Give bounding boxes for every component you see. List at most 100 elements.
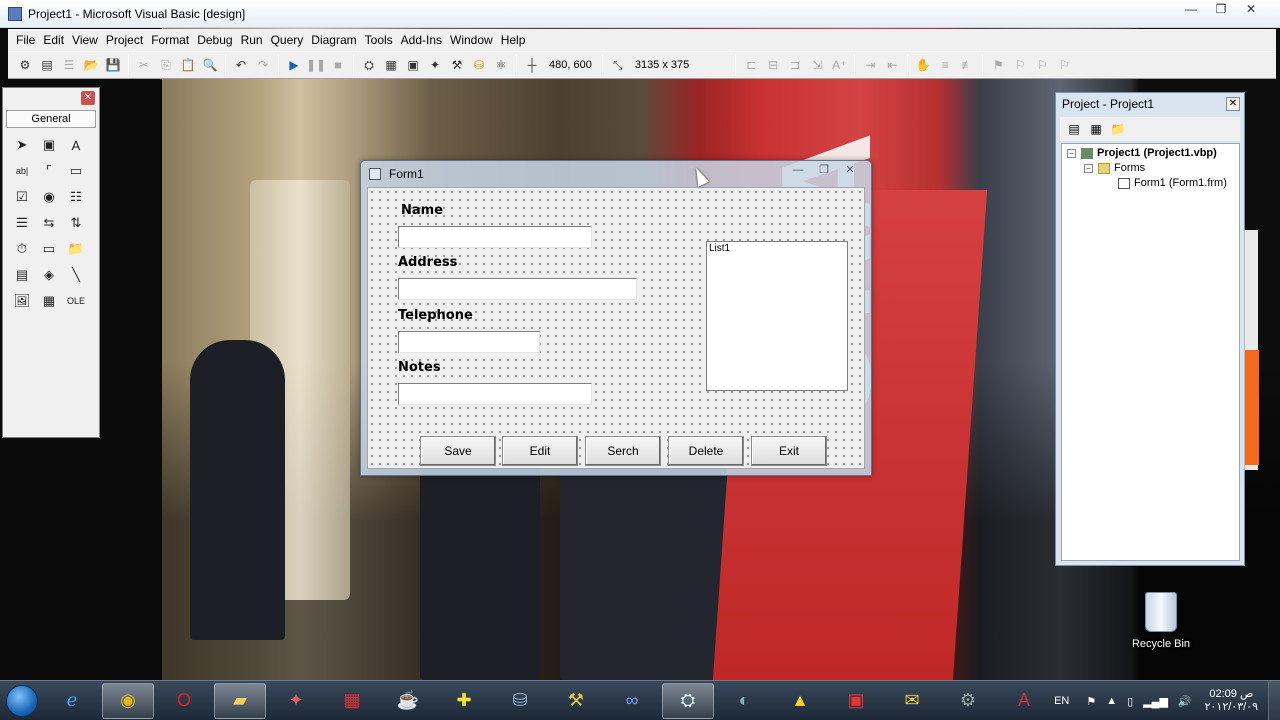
form1-titlebar[interactable]: Form1 [369, 167, 424, 181]
commandbutton-icon[interactable]: ▭ [63, 158, 89, 184]
optionbutton-icon[interactable]: ◉ [36, 184, 62, 210]
start-icon[interactable]: ▶ [284, 55, 304, 75]
recycle-bin[interactable]: Recycle Bin [1124, 592, 1198, 650]
app-icon[interactable]: ✉ [886, 683, 938, 719]
object-browser-icon[interactable]: ✦ [425, 55, 445, 75]
undo-icon[interactable]: ↶ [231, 55, 251, 75]
telephone-label[interactable]: Telephone [398, 308, 473, 323]
ole-icon[interactable]: OLE [63, 288, 89, 314]
show-desktop-button[interactable] [1268, 681, 1280, 720]
app-icon[interactable]: ▦ [326, 683, 378, 719]
checkbox-icon[interactable]: ☑ [9, 184, 35, 210]
data-view-icon[interactable]: ⛁ [469, 55, 489, 75]
minimize-button[interactable]: — [1176, 0, 1206, 20]
image-icon[interactable]: 🖼 [9, 288, 35, 314]
view-object-icon[interactable]: ▦ [1086, 120, 1106, 138]
chrome-icon[interactable]: ◉ [102, 682, 154, 719]
align-left-icon[interactable]: ⊏ [741, 55, 761, 75]
exit-button[interactable]: Exit [751, 436, 827, 466]
next-bookmark-icon[interactable]: ⚐ [1010, 55, 1030, 75]
find-icon[interactable]: 🔍 [200, 55, 220, 75]
search-button[interactable]: Serch [585, 436, 661, 466]
timer-icon[interactable]: ⏱ [9, 236, 35, 262]
pointer-icon[interactable]: ➤ [9, 132, 35, 158]
language-indicator[interactable]: EN [1054, 695, 1069, 707]
make-same-size-icon[interactable]: ⇲ [807, 55, 827, 75]
flag-icon[interactable]: ⚑ [1086, 695, 1096, 708]
show-hidden-icon[interactable]: ▲ [1106, 695, 1117, 707]
toolbox-close-button[interactable]: ✕ [81, 91, 95, 105]
list1-listbox[interactable]: List1 [706, 241, 848, 391]
menu-edit[interactable]: Edit [39, 33, 68, 47]
font-size-icon[interactable]: A⁺ [829, 55, 849, 75]
clear-bookmarks-icon[interactable]: ⚐ [1054, 55, 1074, 75]
listbox-icon[interactable]: ☰ [9, 210, 35, 236]
menu-help[interactable]: Help [497, 33, 530, 47]
properties-window-icon[interactable]: ▦ [381, 55, 401, 75]
save-button[interactable]: Save [420, 436, 496, 466]
end-icon[interactable]: ■ [328, 55, 348, 75]
collapse-icon[interactable]: − [1067, 148, 1076, 158]
start-button[interactable] [0, 681, 44, 720]
vscrollbar-icon[interactable]: ⇅ [63, 210, 89, 236]
delete-button[interactable]: Delete [668, 436, 744, 466]
combobox-icon[interactable]: ☷ [63, 184, 89, 210]
database-icon[interactable]: ⛁ [494, 683, 546, 719]
prev-bookmark-icon[interactable]: ⚐ [1032, 55, 1052, 75]
app-icon[interactable]: ▣ [830, 683, 882, 719]
label-icon[interactable]: A [63, 132, 89, 158]
form1-minimize-button[interactable]: — [785, 163, 811, 179]
form1-close-button[interactable]: ✕ [837, 163, 863, 179]
align-right-icon[interactable]: ⊐ [785, 55, 805, 75]
clock[interactable]: 02:09 ص ٢٠١٢/٠٣/٠٩ [1205, 688, 1258, 714]
toggle-folders-icon[interactable]: 📁 [1108, 120, 1128, 138]
bookmark-icon[interactable]: ⚑ [988, 55, 1008, 75]
access-icon[interactable]: A [998, 683, 1050, 719]
toolbox-icon[interactable]: ⚒ [447, 55, 467, 75]
menu-run[interactable]: Run [237, 33, 267, 47]
menu-query[interactable]: Query [267, 33, 308, 47]
save-project-icon[interactable]: 💾 [103, 55, 123, 75]
shape-icon[interactable]: ◈ [36, 262, 62, 288]
hscrollbar-icon[interactable]: ⇆ [36, 210, 62, 236]
menu-diagram[interactable]: Diagram [307, 33, 360, 47]
menu-view[interactable]: View [68, 33, 102, 47]
picturebox-icon[interactable]: ▣ [36, 132, 62, 158]
menu-debug[interactable]: Debug [193, 33, 236, 47]
warning-app-icon[interactable]: ▲ [774, 683, 826, 719]
app-icon[interactable]: ✚ [438, 683, 490, 719]
data-icon[interactable]: ▦ [36, 288, 62, 314]
tree-node-form1[interactable]: Form1 (Form1.frm) [1118, 177, 1227, 189]
view-code-icon[interactable]: ▤ [1064, 120, 1084, 138]
filelistbox-icon[interactable]: ▤ [9, 262, 35, 288]
collapse-icon[interactable]: − [1084, 163, 1093, 173]
frame-icon[interactable]: ⌜ [36, 158, 62, 184]
component-manager-icon[interactable]: ⚛ [491, 55, 511, 75]
uncomment-block-icon[interactable]: ≢ [957, 55, 977, 75]
outdent-icon[interactable]: ⇤ [882, 55, 902, 75]
toggle-breakpoint-icon[interactable]: ✋ [913, 55, 933, 75]
internet-explorer-icon[interactable]: ℯ [46, 683, 98, 719]
edit-button[interactable]: Edit [502, 436, 578, 466]
visual-basic-icon[interactable]: ⛭ [662, 682, 714, 719]
menu-project[interactable]: Project [102, 33, 147, 47]
add-form-icon[interactable]: ▤ [37, 55, 57, 75]
tree-node-forms[interactable]: − Forms [1084, 162, 1145, 174]
menu-format[interactable]: Format [147, 33, 193, 47]
form1-window[interactable]: Form1 — ❐ ✕ Name Address Telephone Notes… [360, 160, 872, 476]
app-icon[interactable]: ⚙ [942, 683, 994, 719]
toolbox-general-tab[interactable]: General [6, 110, 96, 128]
notes-label[interactable]: Notes [398, 360, 441, 375]
telephone-textbox[interactable] [398, 331, 540, 353]
name-label[interactable]: Name [401, 203, 443, 218]
name-textbox[interactable] [398, 226, 592, 248]
app-icon[interactable]: ∞ [606, 683, 658, 719]
tree-node-project[interactable]: − Project1 (Project1.vbp) [1067, 147, 1217, 159]
tools-icon[interactable]: ⚒ [550, 683, 602, 719]
comment-block-icon[interactable]: ≡ [935, 55, 955, 75]
textbox-icon[interactable]: ab| [9, 158, 35, 184]
drivelistbox-icon[interactable]: ▭ [36, 236, 62, 262]
java-icon[interactable]: ☕ [382, 683, 434, 719]
menu-tools[interactable]: Tools [361, 33, 397, 47]
opera-icon[interactable]: O [158, 683, 210, 719]
